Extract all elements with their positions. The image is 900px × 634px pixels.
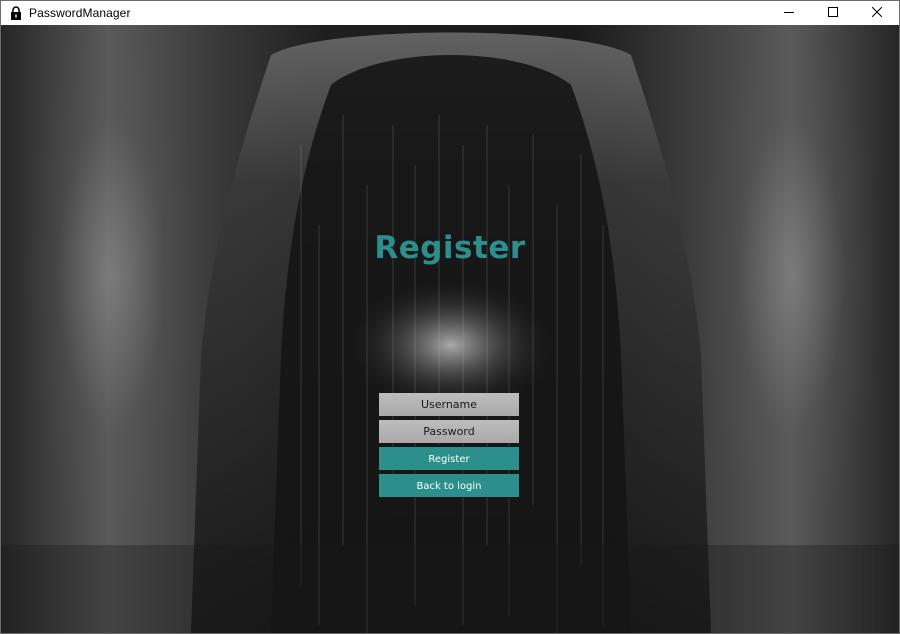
minimize-button[interactable] [767,1,811,25]
password-input[interactable] [379,420,519,443]
main-content: Register Register Back to login [1,25,899,633]
maximize-button[interactable] [811,1,855,25]
title-bar[interactable]: PasswordManager [1,1,899,25]
maximize-icon [828,4,838,22]
window-controls [767,1,899,25]
register-button[interactable]: Register [379,447,519,470]
window-title: PasswordManager [29,6,131,20]
app-window: PasswordManager Register Username Regist… [0,0,900,634]
minimize-icon [784,4,794,22]
back-to-login-button[interactable]: Back to login [379,474,519,497]
close-icon [871,4,883,22]
close-button[interactable] [855,1,899,25]
background-image [1,32,899,633]
register-form: Register Back to login [379,393,519,501]
page-title: Register [374,230,526,266]
username-input[interactable] [379,393,519,416]
lock-icon [8,5,24,21]
